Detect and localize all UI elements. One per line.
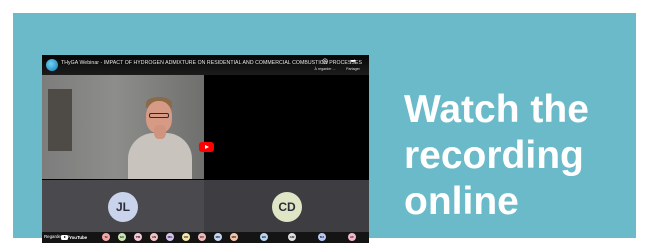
- strip-avatar: BK: [260, 233, 268, 241]
- strip-avatar: MR: [230, 233, 238, 241]
- strip-avatar: OD: [182, 233, 190, 241]
- participant-avatar-cd: CD: [272, 192, 302, 222]
- watch-recording-headline: Watch the recording online: [404, 87, 644, 225]
- strip-avatar: MJ: [318, 233, 326, 241]
- strip-avatar: MG: [166, 233, 174, 241]
- strip-avatar: PM: [134, 233, 142, 241]
- headline-line: Watch the: [404, 88, 589, 131]
- strip-avatar: GC: [118, 233, 126, 241]
- embedded-video-player[interactable]: THyGA Webinar - IMPACT OF HYDROGEN ADMIX…: [42, 55, 369, 243]
- speaker-video-tile: [42, 75, 204, 179]
- youtube-wordmark: YouTube: [69, 235, 88, 240]
- strip-avatar: MK: [214, 233, 222, 241]
- strip-avatar: SI: [102, 233, 110, 241]
- participant-tile-cd: CD: [204, 179, 369, 233]
- clock-icon: ◷: [321, 58, 329, 65]
- strip-avatar: GM: [288, 233, 296, 241]
- share-button[interactable]: ➦ Partager: [342, 58, 364, 71]
- strip-avatar: AF: [348, 233, 356, 241]
- youtube-play-button[interactable]: [199, 142, 214, 152]
- background-shelf: [48, 89, 72, 151]
- participant-avatar-jl: JL: [108, 192, 138, 222]
- watch-later-label: À regarder ...: [314, 67, 336, 71]
- speaker-glasses: [149, 113, 169, 118]
- share-label: Partager: [346, 67, 360, 71]
- watch-later-button[interactable]: ◷ À regarder ...: [314, 58, 336, 71]
- participant-tile-jl: JL: [42, 179, 204, 233]
- youtube-icon: [61, 235, 68, 240]
- participant-strip: Regarder sur YouTube SI GC PM AN MG OD O…: [42, 232, 369, 243]
- strip-avatar: AN: [150, 233, 158, 241]
- video-header: THyGA Webinar - IMPACT OF HYDROGEN ADMIX…: [42, 55, 369, 75]
- headline-line: recording: [404, 134, 584, 177]
- empty-video-tile: [204, 75, 369, 179]
- watch-on-youtube-button[interactable]: YouTube: [61, 234, 87, 241]
- headline-line: online: [404, 180, 519, 223]
- thyga-logo-icon[interactable]: [46, 59, 58, 71]
- share-icon: ➦: [350, 58, 356, 65]
- strip-avatar: OC: [198, 233, 206, 241]
- speaker-hand: [154, 125, 166, 139]
- promo-banner: THyGA Webinar - IMPACT OF HYDROGEN ADMIX…: [13, 13, 636, 243]
- speaker-body: [128, 133, 192, 179]
